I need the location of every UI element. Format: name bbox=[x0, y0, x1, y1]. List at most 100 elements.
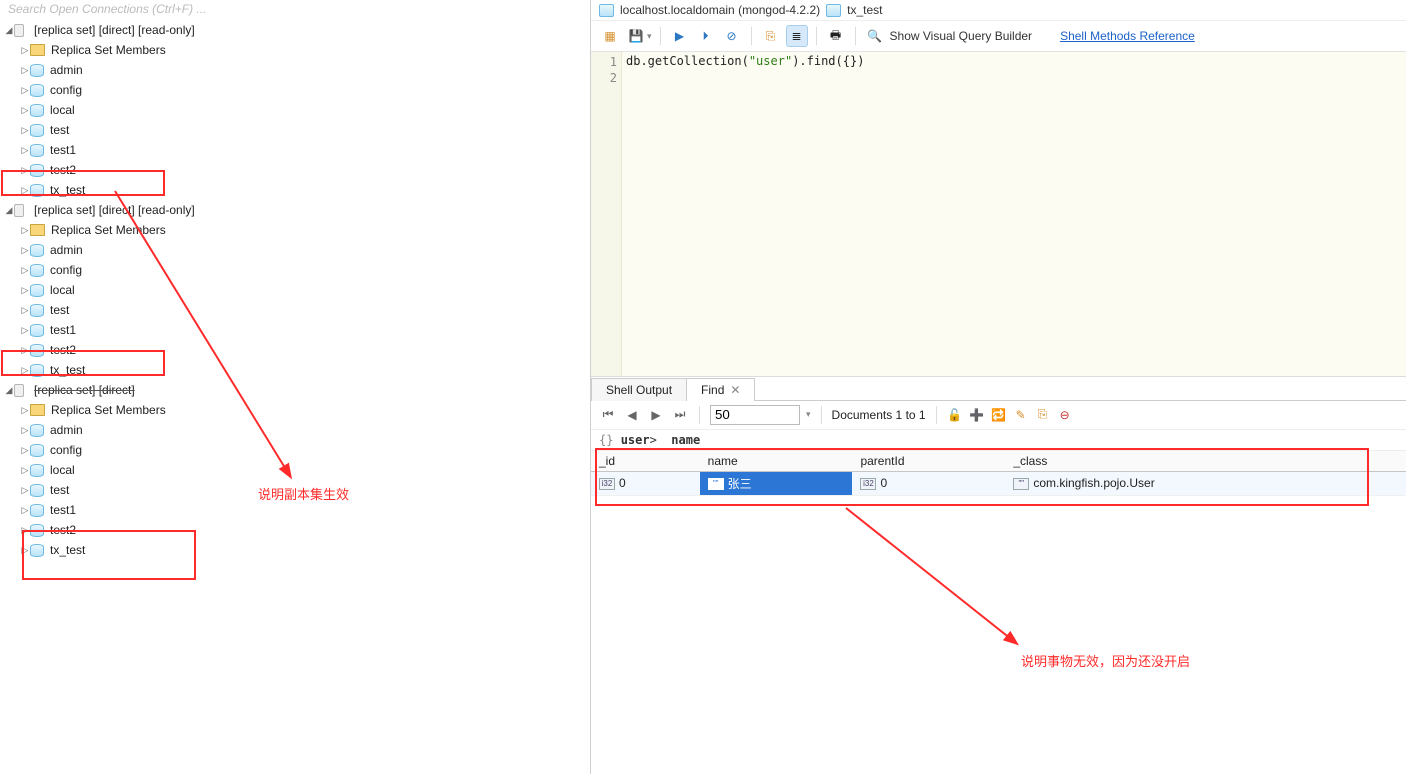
db-test1[interactable]: ▷test1 bbox=[0, 140, 590, 160]
expand-icon[interactable]: ▷ bbox=[20, 405, 30, 416]
query-editor[interactable]: 12 db.getCollection("user").find({}) bbox=[591, 52, 1406, 377]
page-size-input[interactable] bbox=[710, 405, 800, 425]
expand-icon[interactable]: ◢ bbox=[4, 25, 14, 36]
tab-shell-output[interactable]: Shell Output bbox=[591, 378, 687, 401]
cell-id[interactable]: i320 bbox=[591, 471, 700, 495]
col-class[interactable]: _class bbox=[1005, 451, 1406, 472]
col-name[interactable]: name bbox=[700, 451, 853, 472]
db-local[interactable]: ▷local bbox=[0, 460, 590, 480]
db-test1[interactable]: ▷test1 bbox=[0, 500, 590, 520]
first-page-button[interactable]: ⏮ bbox=[599, 406, 617, 424]
db-admin[interactable]: ▷admin bbox=[0, 240, 590, 260]
result-table[interactable]: _id name parentId _class i320 ""张三 i320 … bbox=[591, 451, 1406, 496]
db-test[interactable]: ▷test bbox=[0, 120, 590, 140]
expand-icon[interactable]: ▷ bbox=[20, 145, 30, 156]
expand-icon[interactable]: ▷ bbox=[20, 325, 30, 336]
col-parentid[interactable]: parentId bbox=[852, 451, 1005, 472]
explain-button[interactable]: ⊘ bbox=[721, 25, 743, 47]
breadcrumb-host[interactable]: localhost.localdomain (mongod-4.2.2) bbox=[620, 3, 820, 17]
expand-icon[interactable]: ◢ bbox=[4, 205, 14, 216]
expand-icon[interactable]: ▷ bbox=[20, 125, 30, 136]
expand-icon[interactable]: ▷ bbox=[20, 185, 30, 196]
expand-icon[interactable]: ▷ bbox=[20, 285, 30, 296]
db-admin[interactable]: ▷admin bbox=[0, 420, 590, 440]
db-local[interactable]: ▷local bbox=[0, 280, 590, 300]
expand-icon[interactable]: ▷ bbox=[20, 425, 30, 436]
table-row[interactable]: i320 ""张三 i320 ""com.kingfish.pojo.User bbox=[591, 471, 1406, 495]
query-builder-button[interactable]: ⎘ bbox=[760, 25, 782, 47]
cell-class[interactable]: ""com.kingfish.pojo.User bbox=[1005, 471, 1406, 495]
close-icon[interactable]: ✕ bbox=[730, 383, 740, 397]
db-txtest[interactable]: ▷tx_test bbox=[0, 360, 590, 380]
save-button[interactable]: 💾 bbox=[625, 25, 647, 47]
shell-methods-reference-link[interactable]: Shell Methods Reference bbox=[1060, 29, 1195, 43]
add-document-icon[interactable]: ➕ bbox=[969, 407, 985, 423]
db-test1[interactable]: ▷test1 bbox=[0, 320, 590, 340]
query-code-button[interactable]: ≣ bbox=[786, 25, 808, 47]
connection-node-3[interactable]: ◢ [replica set] [direct] bbox=[0, 380, 590, 400]
db-test2[interactable]: ▷test2 bbox=[0, 340, 590, 360]
database-icon bbox=[30, 483, 44, 497]
database-icon bbox=[30, 303, 44, 317]
col-id[interactable]: _id bbox=[591, 451, 700, 472]
expand-icon[interactable]: ▷ bbox=[20, 245, 30, 256]
expand-icon[interactable]: ▷ bbox=[20, 45, 30, 56]
refresh-icon[interactable]: 🔁 bbox=[991, 407, 1007, 423]
db-test2[interactable]: ▷test2 bbox=[0, 160, 590, 180]
expand-icon[interactable]: ▷ bbox=[20, 525, 30, 536]
breadcrumb-db[interactable]: tx_test bbox=[847, 3, 882, 17]
expand-icon[interactable]: ▷ bbox=[20, 305, 30, 316]
folder-icon bbox=[30, 224, 45, 236]
db-admin[interactable]: ▷admin bbox=[0, 60, 590, 80]
replica-set-members[interactable]: ▷Replica Set Members bbox=[0, 400, 590, 420]
prev-page-button[interactable]: ◀ bbox=[623, 406, 641, 424]
delete-document-icon[interactable]: ⊖ bbox=[1057, 407, 1073, 423]
tab-find[interactable]: Find✕ bbox=[686, 378, 755, 401]
replica-set-members[interactable]: ▷Replica Set Members bbox=[0, 220, 590, 240]
next-page-button[interactable]: ▶ bbox=[647, 406, 665, 424]
edit-document-icon[interactable]: ✎ bbox=[1013, 407, 1029, 423]
last-page-button[interactable]: ⏭ bbox=[671, 406, 689, 424]
db-config[interactable]: ▷config bbox=[0, 440, 590, 460]
cell-parentid[interactable]: i320 bbox=[852, 471, 1005, 495]
visual-query-label[interactable]: Show Visual Query Builder bbox=[890, 29, 1033, 43]
unlock-icon[interactable]: 🔓 bbox=[947, 407, 963, 423]
expand-icon[interactable]: ▷ bbox=[20, 165, 30, 176]
db-txtest[interactable]: ▷tx_test bbox=[0, 180, 590, 200]
int-type-icon: i32 bbox=[860, 478, 876, 490]
expand-icon[interactable]: ◢ bbox=[4, 385, 14, 396]
connection-node-1[interactable]: ◢ [replica set] [direct] [read-only] bbox=[0, 20, 590, 40]
db-txtest[interactable]: ▷tx_test bbox=[0, 540, 590, 560]
copy-document-icon[interactable]: ⎘ bbox=[1035, 407, 1051, 423]
expand-icon[interactable]: ▷ bbox=[20, 365, 30, 376]
new-tab-button[interactable]: ▦ bbox=[599, 25, 621, 47]
database-icon bbox=[30, 363, 44, 377]
expand-icon[interactable]: ▷ bbox=[20, 105, 30, 116]
connection-node-2[interactable]: ◢ [replica set] [direct] [read-only] bbox=[0, 200, 590, 220]
db-config[interactable]: ▷config bbox=[0, 80, 590, 100]
expand-icon[interactable]: ▷ bbox=[20, 85, 30, 96]
replica-set-members[interactable]: ▷Replica Set Members bbox=[0, 40, 590, 60]
editor-code-line[interactable]: db.getCollection("user").find({}) bbox=[626, 54, 864, 68]
database-icon bbox=[30, 243, 44, 257]
db-test2[interactable]: ▷test2 bbox=[0, 520, 590, 540]
db-test[interactable]: ▷test bbox=[0, 300, 590, 320]
expand-icon[interactable]: ▷ bbox=[20, 65, 30, 76]
cell-name[interactable]: ""张三 bbox=[700, 471, 853, 495]
expand-icon[interactable]: ▷ bbox=[20, 505, 30, 516]
folder-icon bbox=[30, 404, 45, 416]
db-config[interactable]: ▷config bbox=[0, 260, 590, 280]
search-open-connections[interactable]: Search Open Connections (Ctrl+F) ... bbox=[0, 0, 590, 18]
expand-icon[interactable]: ▷ bbox=[20, 445, 30, 456]
expand-icon[interactable]: ▷ bbox=[20, 265, 30, 276]
expand-icon[interactable]: ▷ bbox=[20, 485, 30, 496]
visual-query-builder-icon[interactable]: 🔍 bbox=[864, 25, 886, 47]
expand-icon[interactable]: ▷ bbox=[20, 465, 30, 476]
expand-icon[interactable]: ▷ bbox=[20, 345, 30, 356]
expand-icon[interactable]: ▷ bbox=[20, 225, 30, 236]
run-selection-button[interactable]: ⏵ bbox=[695, 25, 717, 47]
print-button[interactable]: 🖶 bbox=[825, 25, 847, 47]
expand-icon[interactable]: ▷ bbox=[20, 545, 30, 556]
run-button[interactable]: ▶ bbox=[669, 25, 691, 47]
db-local[interactable]: ▷local bbox=[0, 100, 590, 120]
